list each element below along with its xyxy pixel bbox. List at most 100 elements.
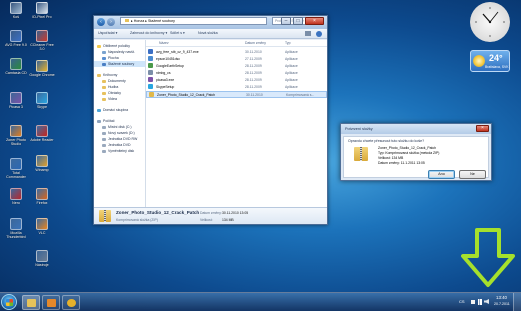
file-row[interactable]: nlmbg_cs 28.11.2009 Aplikace (146, 70, 327, 77)
desktop-icon-adobe-reader[interactable]: Adobe Reader (28, 125, 56, 142)
clock-date[interactable]: 20.7.2011 (494, 302, 510, 306)
forward-button[interactable]: › (107, 18, 115, 26)
start-button[interactable] (1, 294, 17, 310)
no-button[interactable]: Ne (459, 170, 486, 179)
file-type: Aplikace (285, 50, 298, 54)
navigation-pane: Oblíbené položky Naposledy navšt. Plocha St… (94, 40, 146, 207)
desktop-icon-google-chrome[interactable]: Google Chrome (28, 60, 56, 77)
file-row[interactable]: Zoner_Photo_Studio_12_Crack_Patch 30.11.2… (146, 91, 327, 98)
nav-item-label: Jednotka DVD RW (108, 137, 138, 141)
media-player-icon (47, 299, 56, 307)
close-button[interactable]: × (305, 17, 324, 25)
yes-button[interactable]: Ano (428, 170, 455, 179)
help-icon[interactable] (316, 31, 322, 37)
dialog-close-button[interactable]: × (476, 125, 489, 132)
clock-time[interactable]: 13:40 (496, 295, 507, 300)
file-row[interactable]: picasa3.exe 28.11.2009 Aplikace (146, 77, 327, 84)
camtasia-cd-icon (10, 58, 22, 70)
dialog-titlebar[interactable]: Potvrzení složky × (341, 124, 491, 134)
desktop-icon-id-pixel-pro[interactable]: ID-Pixel Pro (28, 2, 56, 19)
sun-icon (473, 55, 485, 67)
desktop-icon-picasa-3[interactable]: Picasa 3 (2, 92, 30, 109)
include-in-library-button[interactable]: Zahrnout do knihovny ▾ (130, 31, 167, 35)
file-date: 28.11.2009 (245, 71, 262, 75)
desktop-icon-avg-free-9-0[interactable]: AVG Free 9.0 (2, 30, 30, 47)
show-desktop-button[interactable] (513, 293, 521, 311)
taskbar-media-player-button[interactable] (42, 295, 60, 310)
desktop-icon-camtasia-cd[interactable]: Camtasia CD (2, 58, 30, 75)
file-row[interactable]: avg_free_stb_cz_9_437.exe 30.11.2010 Aplik… (146, 49, 327, 56)
kos-icon (10, 2, 22, 14)
knihovny-icon (97, 73, 101, 77)
explorer-titlebar[interactable]: ‹ › ▸ Honza ▸ Stažené soubory Prohledat:… (94, 16, 327, 29)
windows-logo-icon (6, 299, 13, 306)
share-with-button[interactable]: Sdílet s ▾ (170, 31, 185, 35)
view-options-icon[interactable] (305, 31, 311, 36)
column-date[interactable]: Datum změny (245, 41, 266, 45)
desktop-icon-winamp[interactable]: Winamp (28, 155, 56, 172)
language-indicator[interactable]: CS (459, 299, 465, 304)
desktop-icon-label: Total Commander (6, 171, 26, 179)
file-name: GoogleEarthSetup (156, 64, 184, 68)
file-row[interactable]: SkypeSetup 28.11.2009 Aplikace (146, 84, 327, 91)
nav-item-label: Počítač (103, 119, 115, 123)
nav-item-vymenitelny-disk[interactable]: Vyměnitelný disk (94, 148, 145, 154)
nav-item-label: Hudba (108, 85, 119, 89)
desktop-icon-nastroje[interactable]: Nástroje (28, 250, 56, 267)
back-button[interactable]: ‹ (97, 18, 105, 26)
details-file-type: Komprimovaná složka (ZIP) (116, 218, 158, 222)
desktop-icon-mozilla-thunderbird[interactable]: Mozilla Thunderbird (2, 218, 30, 239)
desktop-icon-total-commander[interactable]: Total Commander (2, 158, 30, 179)
nav-item-stazene-soubory[interactable]: Stažené soubory (94, 61, 145, 67)
nav-item-domaci-skupina[interactable]: Domácí skupina (94, 107, 145, 113)
vymenitelny-disk-icon (102, 149, 106, 153)
file-list: Název Datum změny Typ avg_free_stb_cz_9_… (146, 40, 327, 207)
taskbar-explorer-button[interactable] (22, 295, 40, 310)
nav-item-label: Obrázky (108, 91, 122, 95)
column-name[interactable]: Název (159, 41, 169, 45)
file-name: epson10451dsc (156, 57, 180, 61)
dialog-item-name: Zoner_Photo_Studio_12_Crack_Patch (378, 146, 437, 150)
column-type[interactable]: Typ (285, 41, 290, 45)
weather-gadget[interactable]: 24° Bratislava, SVK (470, 50, 510, 72)
dialog-item-type: Typ: Komprimovaná složka (metoda ZIP) (378, 151, 440, 155)
file-rows: avg_free_stb_cz_9_437.exe 30.11.2010 Aplik… (146, 47, 327, 98)
desktop-icon-zoner-photo-studio[interactable]: Zoner Photo Studio (2, 125, 30, 146)
taskbar-chrome-button[interactable] (62, 295, 80, 310)
nav-item-label: Oblíbené položky (103, 44, 131, 48)
desktop-icon-kos[interactable]: Koš (2, 2, 30, 19)
organize-button[interactable]: Uspořádat ▾ (98, 31, 117, 35)
explorer-icon (27, 299, 36, 307)
desktop-icon-firefox[interactable]: Firefox (28, 188, 56, 205)
details-pane: Zoner_Photo_Studio_12_Crack_Patch Kompri… (94, 207, 327, 224)
nav-item-label: Domácí skupina (103, 108, 129, 112)
firefox-icon (36, 188, 48, 200)
new-folder-button[interactable]: Nová složka (198, 31, 218, 35)
zoner-photo-studio-icon (10, 125, 22, 137)
desktop-icon-label: Adobe Reader (30, 138, 54, 142)
desktop-icon-vlc[interactable]: VLC (28, 218, 56, 235)
file-icon (149, 92, 154, 97)
nav-item-label: Jednotka DVD (108, 143, 131, 147)
file-row[interactable]: epson10451dsc 27.11.2009 Aplikace (146, 56, 327, 63)
tray-network-icon[interactable] (478, 299, 482, 305)
desktop-icon-nero[interactable]: Nero (2, 188, 30, 205)
tray-flag-icon[interactable] (471, 300, 475, 304)
address-bar[interactable]: ▸ Honza ▸ Stažené soubory (120, 17, 267, 25)
maximize-button[interactable]: □ (293, 17, 303, 25)
file-date: 28.11.2009 (245, 78, 262, 82)
clock-gadget[interactable] (470, 2, 510, 42)
explorer-window: ‹ › ▸ Honza ▸ Stažené soubory Prohledat:… (93, 15, 328, 225)
zipper-icon (360, 147, 362, 161)
folder-icon (125, 19, 129, 22)
file-row[interactable]: GoogleEarthSetup 28.11.2009 Aplikace (146, 63, 327, 70)
desktop-icon-skype[interactable]: Skype (28, 92, 56, 109)
file-icon (148, 84, 153, 89)
minimize-button[interactable]: – (281, 17, 291, 25)
weather-city: Bratislava, SVK (485, 65, 509, 69)
desktop-icon-ccleaner-free-3-0[interactable]: CCleaner Free 3.0 (28, 30, 56, 51)
desktop-icon-label: Camtasia CD (5, 71, 27, 75)
nav-item-videa[interactable]: Videa (94, 96, 145, 102)
chrome-icon (67, 299, 76, 307)
tray-volume-icon[interactable] (484, 299, 489, 304)
